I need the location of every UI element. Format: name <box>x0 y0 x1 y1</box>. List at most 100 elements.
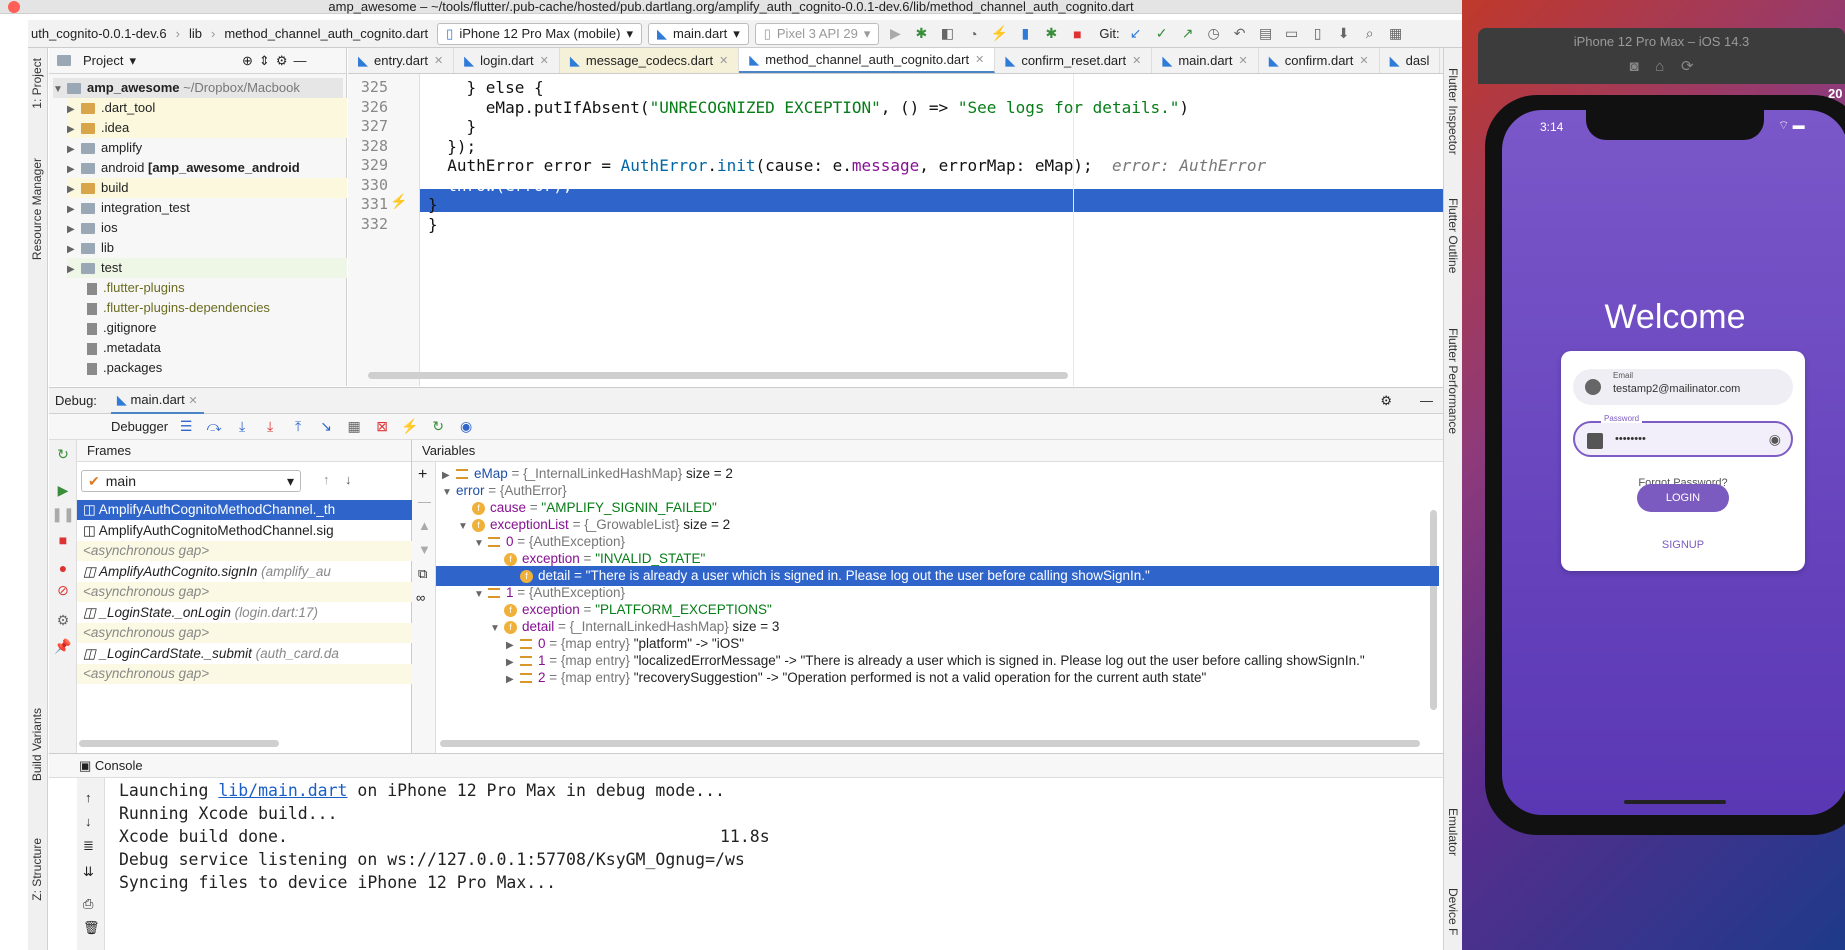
arrow-down-icon[interactable]: ↓ <box>345 472 352 487</box>
git-update-icon[interactable]: ↙ <box>1126 24 1146 44</box>
copy-icon[interactable]: ⧉ <box>418 566 427 582</box>
device-file-explorer-tab[interactable]: Device F <box>1446 888 1460 935</box>
chevron-down-icon[interactable]: ▾ <box>129 53 136 69</box>
chevron-right-icon[interactable]: ▶ <box>67 180 81 200</box>
move-up-icon[interactable]: ▲ <box>418 518 431 533</box>
tabs-overflow-icon[interactable]: ⌄ <box>1440 48 1443 73</box>
editor-tab[interactable]: ◣ entry.dart ✕ <box>348 48 455 73</box>
view-breakpoints-icon[interactable]: ● <box>53 558 73 578</box>
email-field[interactable]: Email testamp2@mailinator.com <box>1573 369 1793 405</box>
settings-icon[interactable]: ▦ <box>1386 24 1406 44</box>
close-icon[interactable]: ✕ <box>434 54 443 67</box>
hot-reload-icon[interactable]: ⚡ <box>400 417 420 437</box>
code-line[interactable]: throw(error); <box>428 174 572 197</box>
pin-icon[interactable]: 📌 <box>53 636 73 656</box>
trash-icon[interactable]: 🗑 <box>83 920 100 936</box>
history-icon[interactable]: ◷ <box>1204 24 1224 44</box>
tree-item[interactable]: ▶ android [amp_awesome_android <box>67 158 347 178</box>
stack-frame[interactable]: <asynchronous gap> <box>77 541 412 561</box>
tree-item[interactable]: .flutter-plugins-dependencies <box>87 298 367 318</box>
arrow-up-icon[interactable]: ↑ <box>85 790 92 805</box>
variables-vertical-scrollbar[interactable] <box>1430 510 1437 710</box>
chevron-down-icon[interactable]: ▼ <box>442 483 456 503</box>
chevron-down-icon[interactable]: ▼ <box>458 517 472 537</box>
screenshot-icon[interactable]: ◙ <box>1629 58 1638 75</box>
editor-tab[interactable]: ◣ login.dart ✕ <box>454 48 560 73</box>
soft-wrap-icon[interactable]: ≣ <box>83 838 94 854</box>
move-down-icon[interactable]: ▼ <box>418 542 431 557</box>
gear-icon[interactable]: ⚙ <box>276 53 288 69</box>
stack-frame[interactable]: <asynchronous gap> <box>77 664 412 684</box>
editor-tab[interactable]: ◣ main.dart ✕ <box>1152 48 1259 73</box>
chevron-down-icon[interactable]: ▼ <box>474 534 488 554</box>
tree-item[interactable]: ▶ lib <box>67 238 347 258</box>
close-icon[interactable]: ✕ <box>1132 54 1141 67</box>
search-icon[interactable]: ⌕ <box>1360 24 1380 44</box>
remove-watch-icon[interactable]: — <box>418 494 431 509</box>
code-line[interactable]: eMap.putIfAbsent("UNRECOGNIZED EXCEPTION… <box>428 96 1189 119</box>
tree-item[interactable]: ▶ .idea <box>67 118 347 138</box>
locate-icon[interactable]: ⊕ <box>242 53 253 69</box>
glasses-icon[interactable]: ∞ <box>416 590 425 605</box>
flutter-outline-tab[interactable]: Flutter Outline <box>1446 198 1460 273</box>
force-step-into-icon[interactable]: ⤓ <box>260 417 280 437</box>
attach-debugger-icon[interactable]: ✱ <box>1041 24 1061 44</box>
hot-reload-icon[interactable]: ⚡ <box>989 24 1009 44</box>
chevron-right-icon[interactable]: ▶ <box>67 140 81 160</box>
run-config-selector[interactable]: ◣ main.dart ▾ <box>648 22 749 45</box>
variable-row[interactable]: ▶ 2 = {map entry} "recoverySuggestion" ->… <box>506 668 1206 688</box>
stack-frame[interactable]: ◫ AmplifyAuthCognito.signIn (amplify_au <box>77 562 412 582</box>
home-icon[interactable]: ⌂ <box>1655 58 1664 75</box>
tree-item[interactable]: ▶ test <box>67 258 347 278</box>
breadcrumb-package[interactable]: uth_cognito-0.0.1-dev.6 <box>28 26 170 41</box>
chevron-down-icon[interactable]: ▼ <box>53 80 67 100</box>
chevron-right-icon[interactable]: ▶ <box>67 120 81 140</box>
thread-selector[interactable]: ✔ main ▾ <box>81 470 301 492</box>
sdk-manager-icon[interactable]: ⬇ <box>1334 24 1354 44</box>
console-file-link[interactable]: lib/main.dart <box>218 781 347 800</box>
structure-tab[interactable]: Z: Structure <box>30 838 44 901</box>
login-button[interactable]: LOGIN <box>1637 484 1729 512</box>
tree-item[interactable]: ▶ amplify <box>67 138 347 158</box>
project-tool-tab[interactable]: 1: Project <box>30 58 44 109</box>
build-variants-tab[interactable]: Build Variants <box>30 708 44 781</box>
signup-button[interactable]: SIGNUP <box>1561 539 1805 551</box>
device-mirror-icon[interactable]: ▮ <box>1015 24 1035 44</box>
git-commit-icon[interactable]: ✓ <box>1152 24 1172 44</box>
close-window-button[interactable] <box>8 1 20 13</box>
stack-frame[interactable]: ◫ _LoginCardState._submit (auth_card.da <box>77 644 412 664</box>
tree-item[interactable]: ▶ integration_test <box>67 198 347 218</box>
execution-point-icon[interactable]: ⚡ <box>390 193 407 210</box>
rollback-icon[interactable]: ↶ <box>1230 24 1250 44</box>
tree-item[interactable]: .flutter-plugins <box>87 278 367 298</box>
debug-icon[interactable]: ✱ <box>911 24 931 44</box>
editor-tab[interactable]: ◣ dasl <box>1380 48 1441 73</box>
chevron-right-icon[interactable]: ▶ <box>67 160 81 180</box>
tree-item[interactable]: ▶ .dart_tool <box>67 98 347 118</box>
run-icon[interactable]: ▶ <box>885 24 905 44</box>
settings-icon[interactable]: ⚙ <box>53 610 73 630</box>
avd-manager-icon[interactable]: ▯ <box>1308 24 1328 44</box>
stack-frame[interactable]: <asynchronous gap> <box>77 623 412 643</box>
chevron-right-icon[interactable]: ▶ <box>67 260 81 280</box>
stack-frame[interactable]: ◫ AmplifyAuthCognitoMethodChannel._th <box>77 500 412 520</box>
tree-item[interactable]: ▶ build <box>67 178 347 198</box>
stack-frame[interactable]: <asynchronous gap> <box>77 582 412 602</box>
tree-item[interactable]: ▶ ios <box>67 218 347 238</box>
rerun-icon[interactable]: ↻ <box>53 444 73 464</box>
tree-item[interactable]: .metadata <box>87 338 367 358</box>
editor-horizontal-scrollbar[interactable] <box>368 372 1068 379</box>
code-line[interactable]: } <box>428 213 438 236</box>
hot-restart-icon[interactable]: ↻ <box>428 417 448 437</box>
scroll-to-end-icon[interactable]: ⇊ <box>83 864 94 880</box>
step-out-icon[interactable]: ⤒ <box>288 417 308 437</box>
layout-icon[interactable]: ▭ <box>1282 24 1302 44</box>
emulator-tab[interactable]: Emulator <box>1446 808 1460 856</box>
stack-frame[interactable]: ◫ AmplifyAuthCognitoMethodChannel.sig <box>77 521 412 541</box>
breadcrumb-lib[interactable]: lib <box>186 26 205 41</box>
tree-item[interactable]: .gitignore <box>87 318 367 338</box>
close-icon[interactable]: ✕ <box>719 54 728 67</box>
print-icon[interactable]: ⎙ <box>83 896 93 912</box>
project-structure-icon[interactable]: ▤ <box>1256 24 1276 44</box>
profile-icon[interactable]: ◔ <box>963 24 983 44</box>
